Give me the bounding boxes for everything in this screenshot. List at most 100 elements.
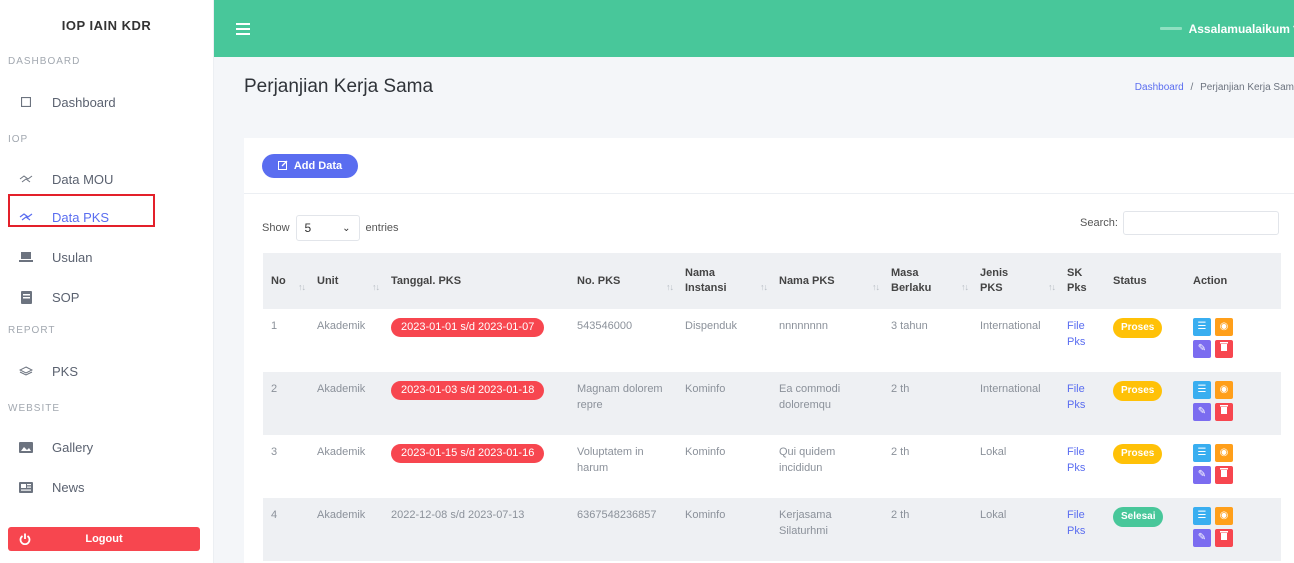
cell-sk: File Pks — [1059, 498, 1105, 561]
cell-tanggal: 2023-01-01 s/d 2023-01-07 — [383, 309, 569, 372]
entries-label: entries — [365, 222, 399, 234]
cell-sk: File Pks — [1059, 435, 1105, 498]
highlight-annotation — [8, 194, 155, 227]
sidebar-item-data-mou[interactable]: Data MOU — [0, 161, 213, 197]
cell-masa: 2 th — [891, 383, 910, 395]
hamburger-menu-icon[interactable] — [236, 22, 250, 35]
section-dashboard: DASHBOARD — [8, 56, 81, 67]
delete-button[interactable] — [1215, 529, 1233, 547]
cell-unit: Akademik — [317, 446, 366, 458]
delete-button[interactable] — [1215, 466, 1233, 484]
sidebar-item-sop[interactable]: SOP — [0, 279, 213, 315]
search-label: Search: — [1080, 217, 1118, 229]
cell-masa: 2 th — [891, 509, 910, 521]
list-button[interactable]: ☰ — [1193, 318, 1211, 336]
sidebar-item-usulan[interactable]: Usulan — [0, 239, 213, 275]
sort-icon: ↑↓ — [372, 282, 380, 292]
avatar — [1159, 27, 1182, 30]
user-menu[interactable]: Assalamualaikum ▾ — [1159, 21, 1294, 36]
cell-action: ☰ ◉ ✎ — [1185, 372, 1281, 435]
list-button[interactable]: ☰ — [1193, 444, 1211, 462]
sidebar-item-dashboard[interactable]: Dashboard — [0, 84, 213, 120]
file-pks-link[interactable]: File Pks — [1067, 446, 1085, 474]
entries-control: Show 5 ⌄ entries — [262, 215, 399, 241]
greeting-text: Assalamualaikum — [1188, 21, 1290, 36]
cell-no-pks: Voluptatem in harum — [577, 446, 644, 474]
file-pks-link[interactable]: File Pks — [1067, 383, 1085, 411]
file-pks-link[interactable]: File Pks — [1067, 509, 1085, 537]
edit-button[interactable]: ✎ — [1193, 340, 1211, 358]
list-button[interactable]: ☰ — [1193, 507, 1211, 525]
cell-status: Proses — [1105, 372, 1185, 435]
cell-nama-pks: Qui quidem incididun — [779, 446, 836, 474]
show-label: Show — [262, 222, 290, 234]
table-header-row: No ↑↓ Unit ↑↓ Tanggal. PKS No. PKS ↑↓ Nama I… — [263, 253, 1281, 309]
cell-jenis: Lokal — [980, 446, 1007, 458]
edit-button[interactable]: ✎ — [1193, 403, 1211, 421]
eye-icon: ◉ — [1219, 384, 1229, 395]
laptop-icon — [18, 250, 34, 264]
cell-unit: Akademik — [317, 320, 366, 332]
cell-masa: 3 tahun — [891, 320, 928, 332]
cell-no: 4 — [271, 509, 278, 521]
view-button[interactable]: ◉ — [1215, 318, 1233, 336]
cell-tanggal: 2023-01-03 s/d 2023-01-18 — [383, 372, 569, 435]
breadcrumb-separator: / — [1190, 82, 1194, 93]
col-jenis[interactable]: Jenis PKS ↑↓ — [972, 253, 1059, 309]
edit-button[interactable]: ✎ — [1193, 466, 1211, 484]
sidebar-item-label: Data MOU — [52, 171, 114, 187]
cell-no: 3 — [271, 446, 278, 458]
table-row: 2 Akademik 2023-01-03 s/d 2023-01-18 Mag… — [263, 372, 1281, 435]
search-control: Search: — [1080, 211, 1279, 235]
table-row: 1 Akademik 2023-01-01 s/d 2023-01-07 543… — [263, 309, 1281, 372]
file-pks-link[interactable]: File Pks — [1067, 320, 1085, 348]
power-icon — [18, 532, 32, 546]
col-masa[interactable]: Masa Berlaku ↑↓ — [883, 253, 972, 309]
col-no[interactable]: No ↑↓ — [263, 253, 309, 309]
view-button[interactable]: ◉ — [1215, 381, 1233, 399]
breadcrumb-home-link[interactable]: Dashboard — [1135, 82, 1184, 93]
add-data-button[interactable]: Add Data — [262, 154, 358, 178]
col-sk[interactable]: SK Pks — [1059, 253, 1105, 309]
entries-select[interactable]: 5 ⌄ — [295, 215, 360, 241]
content-card: Add Data Show 5 ⌄ entries Search: No ↑↓ U… — [244, 138, 1294, 563]
view-button[interactable]: ◉ — [1215, 507, 1233, 525]
sidebar-item-label: Gallery — [52, 439, 94, 455]
search-input[interactable] — [1122, 211, 1279, 235]
cell-no-pks: 543546000 — [577, 320, 633, 332]
col-status[interactable]: Status — [1105, 253, 1185, 309]
cell-status: Proses — [1105, 309, 1185, 372]
pks-table: No ↑↓ Unit ↑↓ Tanggal. PKS No. PKS ↑↓ Nama I… — [263, 253, 1281, 561]
sidebar-item-pks[interactable]: PKS — [0, 353, 213, 389]
cell-action: ☰ ◉ ✎ — [1185, 435, 1281, 498]
topbar: Assalamualaikum ▾ — [214, 0, 1294, 57]
col-unit[interactable]: Unit ↑↓ — [309, 253, 383, 309]
view-button[interactable]: ◉ — [1215, 444, 1233, 462]
cell-instansi: Dispenduk — [685, 320, 737, 332]
cell-instansi: Kominfo — [685, 383, 726, 395]
sort-icon: ↑↓ — [760, 282, 768, 292]
logout-button[interactable]: Logout — [8, 527, 200, 551]
section-report: REPORT — [8, 325, 56, 336]
table-row: 4 Akademik 2022-12-08 s/d 2023-07-13 636… — [263, 498, 1281, 561]
cell-no-pks: Magnam dolorem repre — [577, 383, 663, 411]
layers-icon — [18, 364, 34, 378]
sidebar-item-news[interactable]: News — [0, 469, 213, 505]
status-badge: Selesai — [1113, 507, 1164, 527]
sidebar-item-label: PKS — [52, 363, 79, 379]
delete-button[interactable] — [1215, 340, 1233, 358]
col-instansi[interactable]: Nama Instansi ↑↓ — [677, 253, 771, 309]
date-range-badge: 2022-12-08 s/d 2023-07-13 — [391, 509, 525, 521]
col-nama-pks[interactable]: Nama PKS ↑↓ — [771, 253, 883, 309]
sidebar-item-gallery[interactable]: Gallery — [0, 429, 213, 465]
delete-button[interactable] — [1215, 403, 1233, 421]
col-tanggal[interactable]: Tanggal. PKS — [383, 253, 569, 309]
edit-button[interactable]: ✎ — [1193, 529, 1211, 547]
cell-unit: Akademik — [317, 383, 366, 395]
list-button[interactable]: ☰ — [1193, 381, 1211, 399]
edit-icon: ✎ — [1197, 532, 1207, 543]
cell-tanggal: 2023-01-15 s/d 2023-01-16 — [383, 435, 569, 498]
col-no-pks[interactable]: No. PKS ↑↓ — [569, 253, 677, 309]
logout-label: Logout — [85, 533, 123, 545]
trash-icon — [1220, 530, 1228, 546]
